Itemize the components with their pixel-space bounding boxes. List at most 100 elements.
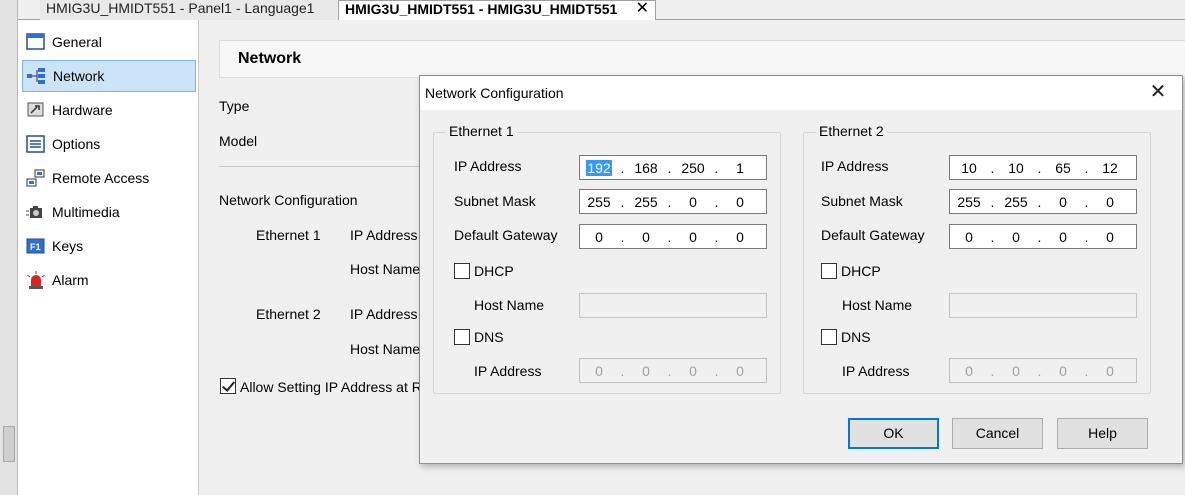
network-icon [27,67,47,85]
model-label: Model [219,133,258,149]
ip-octet[interactable]: 250 [674,160,712,176]
section-header: Network [219,40,1185,78]
ethernet2-host-name-input[interactable] [949,293,1137,318]
ip-octet[interactable]: 255 [997,194,1035,210]
ip-address-label: IP Address [454,158,522,174]
options-icon [26,135,46,153]
ethernet2-ip-field[interactable]: 10. 10. 65. 12 [949,155,1137,180]
ip-octet[interactable]: 255 [627,194,665,210]
sidebar-item-hardware[interactable]: Hardware [22,94,196,126]
dock-handle[interactable] [3,426,15,462]
left-dock-strip [0,0,18,495]
ip-address-label: IP Address [821,158,889,174]
host-name-label: Host Name [474,297,545,313]
help-button[interactable]: Help [1057,418,1148,449]
sidebar-item-keys[interactable]: F1 Keys [22,230,196,262]
ethernet1-subnet-field[interactable]: 255. 255. 0. 0 [579,189,767,214]
ethernet2-group: Ethernet 2 IP Address 10. 10. 65. 12 Sub… [803,123,1151,394]
document-tab-bar: HMIG3U_HMIDT551 - Panel1 - Language1 HMI… [18,0,1185,21]
ethernet1-ip-field[interactable]: 192. 168. 250. 1 [579,155,767,180]
ip-octet[interactable]: 0 [997,229,1035,245]
ip-octet[interactable]: 0 [1044,194,1082,210]
f1-key-icon: F1 [26,237,46,255]
tab-label: HMIG3U_HMIDT551 - HMIG3U_HMIDT551 [345,1,618,17]
group-title: Ethernet 1 [446,123,517,139]
ethernet2-dns-checkbox[interactable] [821,329,837,345]
sidebar-item-label: Network [53,68,105,84]
ethernet1-label: Ethernet 1 [256,227,321,243]
ok-button[interactable]: OK [848,418,939,449]
ethernet1-host-name-input[interactable] [579,293,767,318]
ethernet1-ip-label: IP Address [350,227,418,243]
ip-octet[interactable]: 0 [950,229,988,245]
ip-octet: 0 [595,362,603,379]
dhcp-label: DHCP [841,263,881,279]
ethernet2-gateway-field[interactable]: 0. 0. 0. 0 [949,224,1137,249]
ip-octet[interactable]: 168 [627,160,665,176]
dialog-title-bar: Network Configuration ✕ [420,76,1182,110]
subnet-mask-label: Subnet Mask [454,193,536,209]
ethernet2-dhcp-checkbox[interactable] [821,263,837,279]
ip-octet: 0 [736,362,744,379]
ip-octet[interactable]: 192 [586,159,612,176]
ip-octet[interactable]: 255 [950,194,988,210]
sidebar-item-alarm[interactable]: Alarm [22,264,196,296]
dhcp-label: DHCP [474,263,514,279]
svg-text:F1: F1 [30,242,41,252]
default-gateway-label: Default Gateway [821,227,925,243]
ethernet2-host-label: Host Name [350,341,421,357]
window-icon [26,33,46,51]
ip-octet[interactable]: 65 [1044,160,1082,176]
allow-ip-setting-checkbox[interactable] [220,378,236,394]
ip-octet[interactable]: 0 [721,194,759,210]
host-name-label: Host Name [842,297,913,313]
ip-octet[interactable]: 255 [580,194,618,210]
sidebar-item-label: General [52,34,102,50]
ip-octet[interactable]: 0 [721,229,759,245]
ip-octet[interactable]: 12 [1091,160,1129,176]
dns-ip-label: IP Address [474,363,542,379]
sidebar-item-network[interactable]: Network [22,60,196,92]
ip-octet[interactable]: 0 [1044,229,1082,245]
ip-octet[interactable]: 0 [580,229,618,245]
ip-octet[interactable]: 0 [674,229,712,245]
ethernet1-dns-checkbox[interactable] [454,329,470,345]
dns-label: DNS [841,329,871,345]
close-tab-icon[interactable]: ✕ [636,1,649,17]
ethernet2-dns-ip-field[interactable]: 0. 0. 0. 0 [949,358,1137,383]
ip-octet: 0 [1059,362,1067,379]
ip-octet[interactable]: 1 [721,160,759,176]
ethernet1-dns-ip-field[interactable]: 0. 0. 0. 0 [579,358,767,383]
ip-octet[interactable]: 10 [950,160,988,176]
dialog-title: Network Configuration [425,85,564,101]
tab-hmi-properties[interactable]: HMIG3U_HMIDT551 - HMIG3U_HMIDT551 ✕ [338,0,656,21]
close-icon[interactable]: ✕ [1148,82,1168,103]
ethernet2-label: Ethernet 2 [256,306,321,322]
tab-panel1-language1[interactable]: HMIG3U_HMIDT551 - Panel1 - Language1 [40,0,338,20]
section-title: Network [238,50,302,67]
cancel-button[interactable]: Cancel [952,418,1043,449]
sidebar-item-multimedia[interactable]: Multimedia [22,196,196,228]
ethernet1-dhcp-checkbox[interactable] [454,263,470,279]
ip-octet: 0 [642,362,650,379]
ip-octet[interactable]: 0 [627,229,665,245]
camera-icon [26,203,46,221]
ip-octet[interactable]: 10 [997,160,1035,176]
ethernet2-subnet-field[interactable]: 255. 255. 0. 0 [949,189,1137,214]
remote-access-icon [26,169,46,187]
sidebar-item-label: Options [52,136,101,152]
ip-octet: 0 [689,362,697,379]
sidebar-item-options[interactable]: Options [22,128,196,160]
sidebar-item-label: Remote Access [52,170,150,186]
ip-octet[interactable]: 0 [674,194,712,210]
group-title: Ethernet 2 [816,123,887,139]
ip-octet[interactable]: 0 [1091,229,1129,245]
dns-label: DNS [474,329,504,345]
ip-octet[interactable]: 0 [1091,194,1129,210]
ip-octet: 0 [1106,362,1114,379]
hardware-icon [26,101,46,119]
sidebar-item-general[interactable]: General [22,26,196,58]
ethernet1-gateway-field[interactable]: 0. 0. 0. 0 [579,224,767,249]
sidebar-item-remote-access[interactable]: Remote Access [22,162,196,194]
tab-label: HMIG3U_HMIDT551 - Panel1 - Language1 [46,0,315,16]
